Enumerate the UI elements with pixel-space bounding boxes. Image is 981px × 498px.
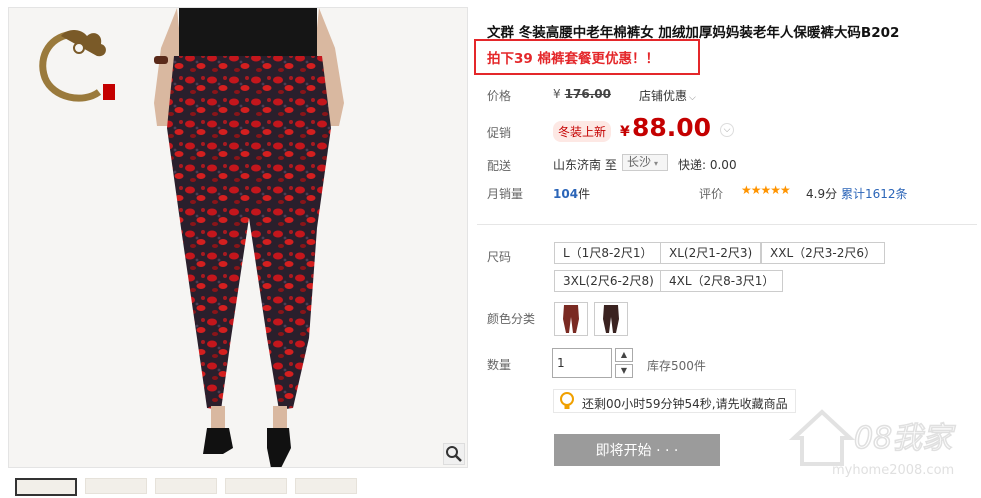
stock-count: 库存500件 — [647, 359, 706, 373]
caret-down-icon: ▾ — [654, 159, 659, 168]
size-option-l[interactable]: L（1尺8-2尺1） — [554, 242, 662, 264]
product-image-viewer[interactable] — [8, 7, 468, 468]
currency-symbol: ¥ — [553, 87, 561, 101]
size-option-3xl[interactable]: 3XL(2尺6-2尺8) — [554, 270, 663, 292]
brand-logo — [39, 30, 115, 102]
rating-score: 4.9分 — [806, 187, 838, 201]
price-label: 价格 — [487, 89, 512, 103]
sale-price: 88.00 — [632, 113, 712, 142]
section-divider — [477, 224, 977, 225]
countdown-text: 还剩00小时59分钟54秒,请先收藏商品 — [582, 397, 788, 411]
rating-stars-icon: ★★★★★ — [741, 183, 791, 197]
shop-discount-dropdown[interactable]: 店铺优惠 ⌵ — [639, 87, 696, 104]
site-watermark: 08我家 myhome2008.com — [788, 409, 957, 478]
destination-select[interactable]: 长沙 ▾ — [622, 154, 668, 171]
thumbnail-5[interactable] — [295, 478, 357, 494]
ship-from: 山东济南 至 — [553, 156, 617, 173]
size-option-xl[interactable]: XL(2尺1-2尺3) — [660, 242, 762, 264]
product-title: 文群 冬装高腰中老年棉裤女 加绒加厚妈妈装老年人保暖裤大码B202 — [487, 25, 900, 41]
chevron-down-icon: ▼ — [620, 366, 628, 375]
thumbnail-4[interactable] — [225, 478, 287, 494]
quantity-label: 数量 — [487, 358, 512, 372]
ship-origin: 山东济南 — [553, 158, 602, 172]
review-count-link[interactable]: 累计1612条 — [841, 185, 908, 202]
monthly-sales-unit: 件 — [578, 187, 591, 201]
monthly-sales-count: 104 — [553, 187, 579, 201]
quantity-increase-button[interactable]: ▲ — [615, 348, 633, 362]
coming-soon-button[interactable]: 即将开始 · · · — [554, 434, 720, 466]
original-price: ¥176.00 — [553, 87, 611, 101]
thumbnail-3[interactable] — [155, 478, 217, 494]
chevron-up-icon: ▲ — [620, 350, 628, 359]
shipping-label: 配送 — [487, 159, 512, 173]
more-promos-chevron-icon[interactable]: ⌵ — [720, 123, 734, 137]
quantity-input[interactable] — [552, 348, 612, 378]
sale-label: 促销 — [487, 126, 512, 140]
lightbulb-icon — [560, 392, 574, 409]
color-option-2[interactable] — [594, 302, 628, 336]
size-label: 尺码 — [487, 250, 512, 264]
watermark-url: myhome2008.com — [832, 463, 954, 478]
zoom-button[interactable] — [443, 443, 465, 465]
color-swatch-dark-pants — [603, 305, 619, 333]
sale-currency: ¥ — [620, 124, 630, 140]
destination-value: 长沙 — [627, 155, 652, 169]
quantity-decrease-button[interactable]: ▼ — [615, 364, 633, 378]
monthly-sales-label: 月销量 — [487, 187, 524, 201]
color-swatch-red-pants — [563, 305, 579, 333]
color-option-1[interactable] — [554, 302, 588, 336]
chevron-down-icon: ⌵ — [689, 93, 696, 103]
magnifier-icon — [446, 446, 462, 462]
size-option-4xl[interactable]: 4XL（2尺8-3尺1） — [660, 270, 784, 292]
size-option-xxl[interactable]: XXL（2尺3-2尺6） — [761, 242, 885, 264]
shipping-fee: 快递: 0.00 — [678, 158, 737, 172]
rating-label: 评价 — [699, 187, 724, 201]
sale-badge: 冬装上新 — [553, 121, 612, 142]
thumbnail-2[interactable] — [85, 478, 147, 494]
monthly-sales: 104件 — [553, 185, 590, 202]
shop-discount-label: 店铺优惠 — [639, 89, 688, 103]
original-price-value: 176.00 — [564, 87, 611, 101]
watermark-text: 08我家 — [854, 421, 956, 456]
promo-text: 拍下39 棉裤套餐更优惠！！ — [487, 51, 659, 67]
ship-to-word: 至 — [604, 158, 617, 172]
thumbnail-1[interactable] — [15, 478, 77, 496]
color-label: 颜色分类 — [487, 312, 536, 326]
